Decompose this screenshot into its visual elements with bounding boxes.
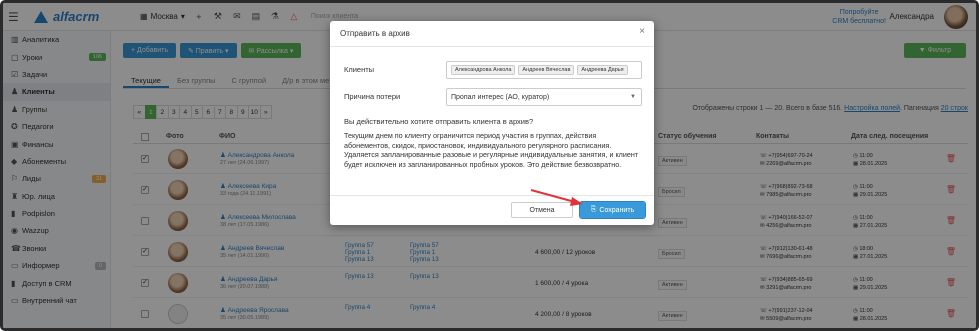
dialog-title: Отправить в архив xyxy=(330,21,654,47)
reason-label: Причина потери xyxy=(344,92,401,101)
client-chip: Андреев Вячеслав xyxy=(518,65,575,75)
save-button[interactable]: ⎘ Сохранить xyxy=(579,201,646,219)
clients-field[interactable]: Александрова Анкола Андреев Вячеслав Андре… xyxy=(446,61,642,79)
archive-dialog: Отправить в архив × Клиенты Александрова… xyxy=(330,21,654,225)
save-label: Сохранить xyxy=(599,206,635,214)
reason-select[interactable]: Пропал интерес (АО, куратор) ▼ xyxy=(446,88,642,106)
app-window: ☰ alfacrm ▦ Москва ▾ + ⚒ ✉ ▤ ⚗ △ Поиск к… xyxy=(0,0,979,331)
client-chip: Александрова Анкола xyxy=(451,65,516,75)
save-icon: ⎘ xyxy=(590,206,597,213)
client-chip: Андреева Дарья xyxy=(577,65,628,75)
archive-description: Текущим днем по клиенту ограничится пери… xyxy=(344,131,639,169)
dialog-footer: Отмена ⎘ Сохранить xyxy=(330,195,654,225)
cancel-button[interactable]: Отмена xyxy=(511,202,573,218)
reason-value: Пропал интерес (АО, куратор) xyxy=(451,93,550,101)
confirm-question: Вы действительно хотите отправить клиент… xyxy=(344,117,534,126)
close-icon[interactable]: × xyxy=(639,26,645,37)
chevron-down-icon: ▼ xyxy=(630,94,636,100)
clients-label: Клиенты xyxy=(344,65,375,74)
